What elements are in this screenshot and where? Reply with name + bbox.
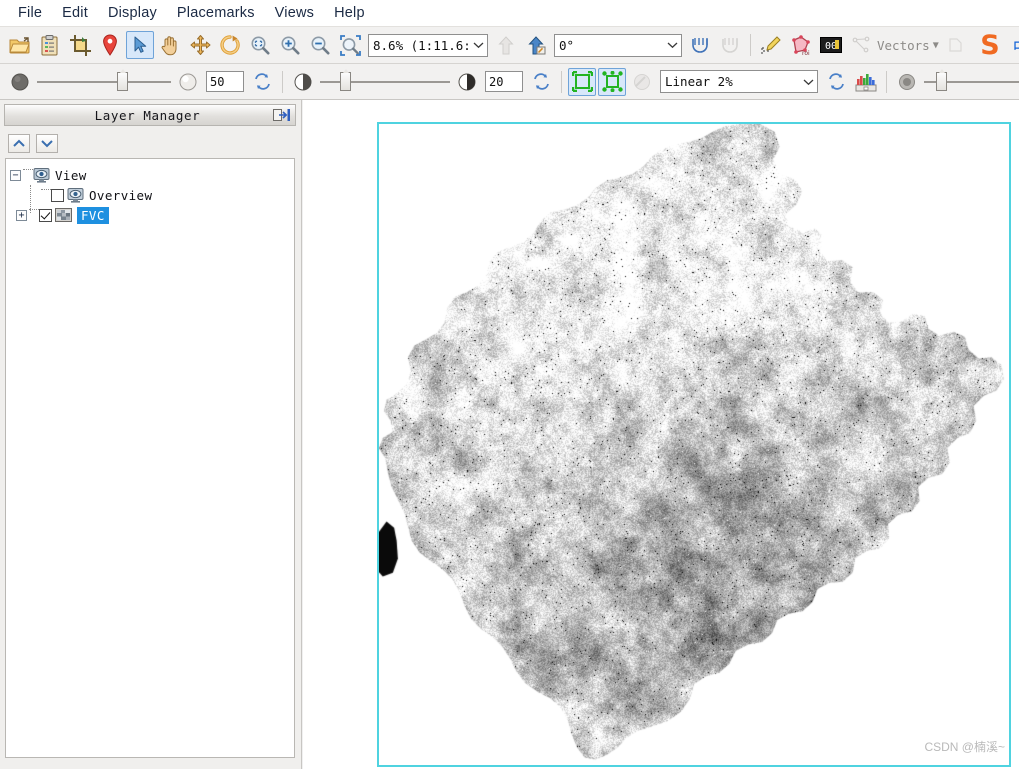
toolbar-separator: [561, 70, 562, 93]
layer-manager-panel: Layer Manager − View Overview + FVC: [0, 100, 302, 769]
tree-node-fvc[interactable]: + FVC: [6, 205, 294, 225]
toolbar-separator: [282, 70, 283, 93]
arrow-up-dim-icon: [492, 31, 520, 59]
ime-mode[interactable]: 中: [1013, 33, 1019, 58]
tree-node-overview-label: Overview: [89, 187, 153, 203]
sharpen-low-icon: [893, 68, 921, 96]
menu-placemarks[interactable]: Placemarks: [167, 2, 265, 24]
zoom-level-value: 8.6% (1:11.6:: [373, 37, 470, 53]
annotation-pencil-icon[interactable]: [757, 31, 785, 59]
expand-expander-icon[interactable]: +: [16, 209, 27, 221]
brightness-high-icon: [174, 68, 202, 96]
tree-connector-dots: [41, 189, 51, 201]
tree-connector-dots: [23, 169, 33, 181]
raster-layer-icon: [55, 207, 72, 223]
menu-bar: File Edit Display Placemarks Views Help: [0, 0, 1019, 26]
menu-views[interactable]: Views: [265, 2, 324, 24]
tree-node-view-label: View: [55, 167, 87, 183]
rotation-value: 0°: [559, 37, 575, 53]
main-toolbar: 8.6% (1:11.6: 0° roi 00 Vectors ▼ S: [0, 26, 1019, 64]
contrast-slider[interactable]: [320, 68, 450, 91]
arrow-up-blue-icon[interactable]: [522, 31, 550, 59]
view-monitor-icon: [33, 167, 50, 183]
histogram-icon[interactable]: [852, 68, 880, 96]
chevron-down-icon[interactable]: [664, 35, 681, 56]
placemark-pin-icon[interactable]: [96, 31, 124, 59]
brightness-icon: [6, 68, 34, 96]
layer-manager-titlebar: Layer Manager: [4, 104, 296, 126]
contrast-reset-icon[interactable]: [527, 68, 555, 96]
roi-icon[interactable]: roi: [787, 31, 815, 59]
cursor-value-icon[interactable]: [686, 31, 714, 59]
stretch-type-combo[interactable]: Linear 2%: [660, 70, 818, 93]
rotate-icon[interactable]: [216, 31, 244, 59]
zoom-level-combo[interactable]: 8.6% (1:11.6:: [368, 33, 488, 57]
dock-panel-icon[interactable]: [272, 106, 292, 124]
chevron-down-icon[interactable]: [800, 71, 817, 92]
zoom-selection-icon[interactable]: [336, 31, 364, 59]
brightness-slider[interactable]: [37, 68, 171, 91]
svg-text:roi: roi: [802, 50, 810, 56]
stretch-type-value: Linear 2%: [665, 74, 733, 89]
sharpen-slider[interactable]: [924, 68, 1019, 91]
crop-icon[interactable]: [66, 31, 94, 59]
brightness-value[interactable]: 50: [206, 71, 244, 92]
fvc-visibility-checkbox[interactable]: [39, 208, 52, 222]
chevron-down-icon[interactable]: [470, 35, 487, 56]
stretch-reset-icon[interactable]: [822, 68, 850, 96]
zoom-fit-icon[interactable]: [246, 31, 274, 59]
menu-edit[interactable]: Edit: [52, 2, 98, 24]
fvc-raster-layer[interactable]: [379, 124, 1009, 765]
layer-order-buttons: [8, 134, 58, 153]
overview-monitor-icon: [67, 187, 84, 203]
tree-node-view[interactable]: − View: [6, 165, 294, 185]
tree-connector: [30, 185, 31, 213]
zoom-out-icon[interactable]: [306, 31, 334, 59]
cursor-value-dim-icon: [716, 31, 744, 59]
contrast-icon: [289, 68, 317, 96]
tree-node-overview[interactable]: Overview: [6, 185, 294, 205]
sogou-logo-icon[interactable]: S: [973, 28, 1007, 62]
vector-extra-icon: [942, 31, 970, 59]
vector-node-icon: [847, 31, 875, 59]
image-extent-frame: [377, 122, 1011, 767]
open-file-icon[interactable]: [6, 31, 34, 59]
clipboard-icon[interactable]: [36, 31, 64, 59]
pan-hand-icon[interactable]: [156, 31, 184, 59]
menu-help[interactable]: Help: [324, 2, 375, 24]
overview-visibility-checkbox[interactable]: [51, 188, 64, 202]
collapse-expander-icon[interactable]: −: [10, 169, 21, 181]
cursor-select-icon[interactable]: [126, 31, 154, 59]
move-crosshair-icon[interactable]: [186, 31, 214, 59]
contrast-high-icon: [453, 68, 481, 96]
vectors-label[interactable]: Vectors: [877, 38, 930, 53]
transparency-dim-icon: [628, 68, 656, 96]
menu-file[interactable]: File: [8, 2, 52, 24]
rotation-combo[interactable]: 0°: [554, 33, 682, 57]
portal-off-icon[interactable]: [598, 67, 626, 96]
tree-node-fvc-label: FVC: [77, 206, 109, 224]
display-toolbar: 50 20 Linear 2%: [0, 64, 1019, 100]
move-layer-up-icon[interactable]: [8, 134, 30, 153]
contrast-value[interactable]: 20: [485, 71, 523, 92]
layer-tree[interactable]: − View Overview + FVC: [5, 158, 295, 758]
watermark-text: CSDN @楠溪~: [924, 740, 1005, 754]
envi-main-window: File Edit Display Placemarks Views Help: [0, 0, 1019, 769]
portal-on-icon[interactable]: [568, 67, 596, 96]
data-values-icon[interactable]: 00: [817, 31, 845, 59]
svg-text:S: S: [980, 30, 999, 61]
toolbar-separator: [750, 34, 751, 56]
menu-display[interactable]: Display: [98, 2, 167, 24]
chevron-down-icon[interactable]: ▼: [933, 40, 939, 51]
toolbar-separator: [886, 70, 887, 93]
zoom-in-icon[interactable]: [276, 31, 304, 59]
ime-toolbar: S 中 °,: [973, 28, 1019, 62]
layer-manager-title: Layer Manager: [94, 107, 201, 123]
map-view[interactable]: CSDN @楠溪~: [303, 100, 1019, 769]
move-layer-down-icon[interactable]: [36, 134, 58, 153]
brightness-reset-icon[interactable]: [248, 68, 276, 96]
